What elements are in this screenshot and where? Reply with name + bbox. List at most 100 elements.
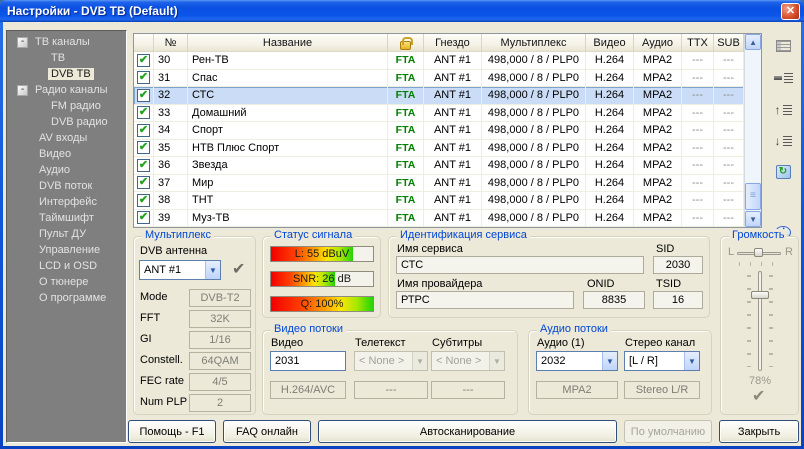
volume-slider[interactable]: [758, 271, 762, 371]
header-video[interactable]: Видео: [586, 34, 634, 52]
checkbox-icon[interactable]: ✔: [137, 54, 150, 67]
scroll-up-icon[interactable]: ▲: [745, 34, 761, 50]
sidebar-item-6[interactable]: AV входы: [7, 130, 126, 146]
tsid-label: TSID: [656, 278, 681, 290]
checkbox-icon[interactable]: ✔: [137, 159, 150, 172]
video-pid-input[interactable]: 2031: [270, 351, 346, 371]
sidebar-item-2[interactable]: DVB ТВ: [7, 66, 126, 82]
scroll-thumb[interactable]: [745, 183, 761, 210]
sidebar-item-14[interactable]: LCD и OSD: [7, 258, 126, 274]
chevron-down-icon[interactable]: ▼: [602, 352, 617, 370]
row-checkbox[interactable]: ✔: [134, 192, 154, 210]
row-checkbox[interactable]: ✔: [134, 122, 154, 140]
sidebar-item-5[interactable]: DVB радио: [7, 114, 126, 130]
chevron-down-icon[interactable]: ▼: [684, 352, 699, 370]
audio-pid-combobox[interactable]: 2032 ▼: [536, 351, 618, 371]
sidebar-item-15[interactable]: О тюнере: [7, 274, 126, 290]
table-row[interactable]: ✔33ДомашнийFTAANT #1498,000 / 8 / PLP0H.…: [134, 105, 744, 123]
table-row[interactable]: ✔35НТВ Плюс СпортFTAANT #1498,000 / 8 / …: [134, 140, 744, 158]
sidebar-item-3[interactable]: -Радио каналы: [7, 82, 126, 98]
sidebar-item-9[interactable]: DVB поток: [7, 178, 126, 194]
sidebar-item-16[interactable]: О программе: [7, 290, 126, 306]
cell-access: FTA: [388, 70, 424, 88]
select-all-icon[interactable]: [771, 34, 795, 58]
tree-collapse-icon[interactable]: -: [17, 85, 28, 96]
sidebar-item-4[interactable]: FM радио: [7, 98, 126, 114]
param-label: Mode: [140, 291, 168, 303]
checkbox-icon[interactable]: ✔: [137, 176, 150, 189]
sidebar-item-1[interactable]: ТВ: [7, 50, 126, 66]
row-checkbox[interactable]: ✔: [134, 175, 154, 193]
cell-video: H.264: [586, 105, 634, 123]
table-scrollbar[interactable]: ▲ ▼: [744, 34, 761, 227]
sidebar-item-8[interactable]: Аудио: [7, 162, 126, 178]
antenna-combobox[interactable]: ANT #1 ▼: [139, 260, 221, 280]
checkbox-icon[interactable]: ✔: [137, 194, 150, 207]
balance-thumb[interactable]: [754, 248, 763, 257]
row-checkbox[interactable]: ✔: [134, 210, 154, 228]
sidebar-item-10[interactable]: Интерфейс: [7, 194, 126, 210]
header-audio[interactable]: Аудио: [634, 34, 682, 52]
signal-bar-label: L: 55 dBuV: [271, 247, 373, 261]
header-access[interactable]: [388, 34, 424, 52]
volume-apply-check-icon[interactable]: ✔: [752, 389, 765, 405]
table-row[interactable]: ✔38ТНТFTAANT #1498,000 / 8 / PLP0H.264MP…: [134, 192, 744, 210]
title-bar[interactable]: Настройки - DVB ТВ (Default) ✕: [0, 0, 804, 22]
table-row[interactable]: ✔31СпасFTAANT #1498,000 / 8 / PLP0H.264M…: [134, 70, 744, 88]
sidebar-item-7[interactable]: Видео: [7, 146, 126, 162]
checkbox-icon[interactable]: ✔: [137, 71, 150, 84]
table-row[interactable]: ✔32СТСFTAANT #1498,000 / 8 / PLP0H.264MP…: [134, 87, 744, 105]
param-value-field: 4/5: [189, 373, 251, 391]
volume-thumb[interactable]: [751, 291, 769, 299]
cell-name: Спорт: [188, 122, 388, 140]
chevron-down-icon[interactable]: ▼: [205, 261, 220, 279]
header-ttx[interactable]: TTX: [682, 34, 714, 52]
table-row[interactable]: ✔37МирFTAANT #1498,000 / 8 / PLP0H.264MP…: [134, 175, 744, 193]
antenna-apply-check-icon[interactable]: ✔: [232, 262, 245, 278]
tree-collapse-icon[interactable]: -: [17, 37, 28, 48]
table-row[interactable]: ✔30Рен-ТВFTAANT #1498,000 / 8 / PLP0H.26…: [134, 52, 744, 70]
sidebar-item-0[interactable]: -ТВ каналы: [7, 34, 126, 50]
checkbox-icon[interactable]: ✔: [137, 124, 150, 137]
checkbox-icon[interactable]: ✔: [137, 106, 150, 119]
header-socket[interactable]: Гнездо: [424, 34, 482, 52]
checkbox-icon[interactable]: ✔: [137, 211, 150, 224]
header-checkbox-col[interactable]: [134, 34, 154, 52]
channel-rows: ✔30Рен-ТВFTAANT #1498,000 / 8 / PLP0H.26…: [134, 52, 744, 227]
sidebar-item-13[interactable]: Управление: [7, 242, 126, 258]
remove-channel-icon[interactable]: [771, 66, 795, 90]
row-checkbox[interactable]: ✔: [134, 87, 154, 105]
tsid-field: 16: [653, 291, 703, 309]
sidebar-item-12[interactable]: Пульт ДУ: [7, 226, 126, 242]
subtitles-combobox[interactable]: < None > ▼: [431, 351, 505, 371]
checkbox-icon[interactable]: ✔: [137, 141, 150, 154]
autoscan-button[interactable]: Автосканирование: [318, 420, 617, 443]
cell-num: 39: [154, 210, 188, 228]
row-checkbox[interactable]: ✔: [134, 140, 154, 158]
sidebar-item-label: DVB поток: [36, 180, 95, 192]
scroll-down-icon[interactable]: ▼: [745, 211, 761, 227]
close-button[interactable]: Закрыть: [719, 420, 799, 443]
table-row[interactable]: ✔34СпортFTAANT #1498,000 / 8 / PLP0H.264…: [134, 122, 744, 140]
checkbox-icon[interactable]: ✔: [137, 89, 150, 102]
help-button[interactable]: Помощь - F1: [128, 420, 216, 443]
row-checkbox[interactable]: ✔: [134, 157, 154, 175]
faq-button[interactable]: FAQ онлайн: [223, 420, 311, 443]
header-sub[interactable]: SUB: [714, 34, 744, 52]
move-down-icon[interactable]: ↓: [771, 129, 795, 153]
sidebar-item-11[interactable]: Таймшифт: [7, 210, 126, 226]
header-num[interactable]: №: [154, 34, 188, 52]
row-checkbox[interactable]: ✔: [134, 52, 154, 70]
stereo-combobox[interactable]: [L / R] ▼: [624, 351, 700, 371]
apply-device-icon[interactable]: ↻: [771, 160, 795, 184]
cell-video: H.264: [586, 175, 634, 193]
teletext-combobox[interactable]: < None > ▼: [354, 351, 428, 371]
row-checkbox[interactable]: ✔: [134, 70, 154, 88]
header-name[interactable]: Название: [188, 34, 388, 52]
table-row[interactable]: ✔36ЗвездаFTAANT #1498,000 / 8 / PLP0H.26…: [134, 157, 744, 175]
header-mux[interactable]: Мультиплекс: [482, 34, 586, 52]
move-up-icon[interactable]: ↑: [771, 98, 795, 122]
row-checkbox[interactable]: ✔: [134, 105, 154, 123]
table-row[interactable]: ✔39Муз-ТВFTAANT #1498,000 / 8 / PLP0H.26…: [134, 210, 744, 228]
close-icon[interactable]: ✕: [781, 3, 800, 20]
